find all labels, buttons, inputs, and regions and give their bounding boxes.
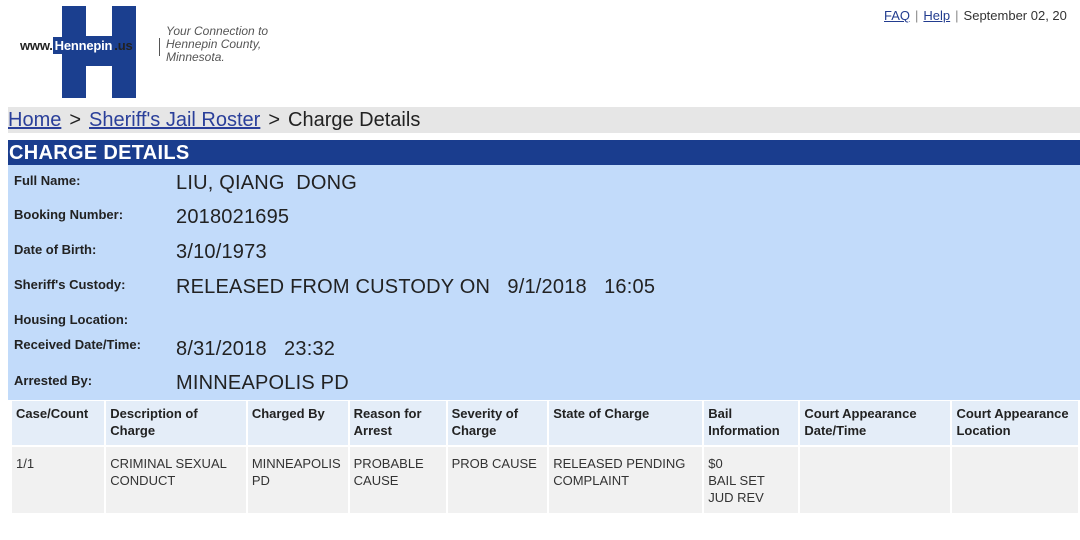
detail-value: 3/10/1973 [176, 241, 267, 263]
detail-label: Full Name: [14, 173, 81, 188]
column-header-bail-information: Bail Information [704, 401, 799, 445]
column-header-reason-for-arrest: Reason for Arrest [349, 401, 446, 445]
detail-value: 2018021695 [176, 206, 290, 228]
logo-url-text: www. Hennepin .us [20, 37, 133, 54]
faq-link[interactable]: FAQ [884, 8, 910, 23]
column-header-court-location: Court Appearance Location [952, 401, 1078, 445]
hennepin-logo[interactable]: www. Hennepin .us Your Connection to Henne… [20, 6, 280, 98]
cell-court-date-time [800, 447, 951, 513]
section-title: CHARGE DETAILS [9, 142, 190, 164]
column-header-severity: Severity of Charge [447, 401, 548, 445]
breadcrumb-roster-link[interactable]: Sheriff's Jail Roster [89, 109, 260, 131]
detail-label: Sheriff's Custody: [14, 277, 126, 292]
help-link[interactable]: Help [923, 8, 950, 23]
cell-court-location [952, 447, 1078, 513]
breadcrumb-current: Charge Details [288, 109, 421, 131]
detail-label: Booking Number: [14, 207, 124, 222]
breadcrumb: Home > Sheriff's Jail Roster > Charge Detail… [8, 107, 1080, 133]
detail-value: RELEASED FROM CUSTODY ON 9/1/2018 16:05 [176, 276, 656, 298]
logo-divider [159, 38, 160, 56]
breadcrumb-separator: > [69, 109, 82, 131]
breadcrumb-home-link[interactable]: Home [8, 109, 61, 131]
detail-label: Received Date/Time: [14, 337, 141, 352]
cell-case-count: 1/1 [12, 447, 105, 513]
link-separator: | [955, 8, 959, 23]
detail-label: Housing Location: [14, 312, 129, 327]
section-title-bar: CHARGE DETAILS [8, 140, 1080, 165]
detail-value: LIU, QIANG DONG [176, 172, 358, 194]
breadcrumb-separator: > [268, 109, 281, 131]
cell-reason-for-arrest: PROBABLE CAUSE [349, 447, 446, 513]
top-links: FAQ | Help | September 02, 20 [884, 8, 1067, 23]
column-header-state-of-charge: State of Charge [549, 401, 703, 445]
column-header-charged-by: Charged By [247, 401, 348, 445]
charges-table: Case/Count Description of Charge Charged … [10, 401, 1080, 513]
table-row: 1/1 CRIMINAL SEXUAL CONDUCT MINNEAPOLIS PD… [12, 447, 1078, 513]
current-date: September 02, 20 [963, 8, 1067, 23]
cell-description: CRIMINAL SEXUAL CONDUCT [106, 447, 246, 513]
logo-tagline: Your Connection to Hennepin County, Minn… [166, 24, 269, 64]
detail-value: MINNEAPOLIS PD [176, 372, 349, 394]
column-header-case-count: Case/Count [12, 401, 105, 445]
cell-severity: PROB CAUSE [447, 447, 548, 513]
link-separator: | [915, 8, 919, 23]
detail-label: Arrested By: [14, 373, 93, 388]
detail-label: Date of Birth: [14, 242, 97, 257]
column-header-court-date-time: Court Appearance Date/Time [800, 401, 951, 445]
cell-charged-by: MINNEAPOLIS PD [247, 447, 348, 513]
cell-bail-information: $0 BAIL SET JUD REV [704, 447, 799, 513]
detail-value: 8/31/2018 23:32 [176, 338, 336, 360]
column-header-description: Description of Charge [106, 401, 246, 445]
inmate-details-panel: Full Name: LIU, QIANG DONG Booking Numbe… [8, 165, 1080, 400]
table-header-row: Case/Count Description of Charge Charged … [12, 401, 1078, 445]
cell-state-of-charge: RELEASED PENDING COMPLAINT [549, 447, 703, 513]
